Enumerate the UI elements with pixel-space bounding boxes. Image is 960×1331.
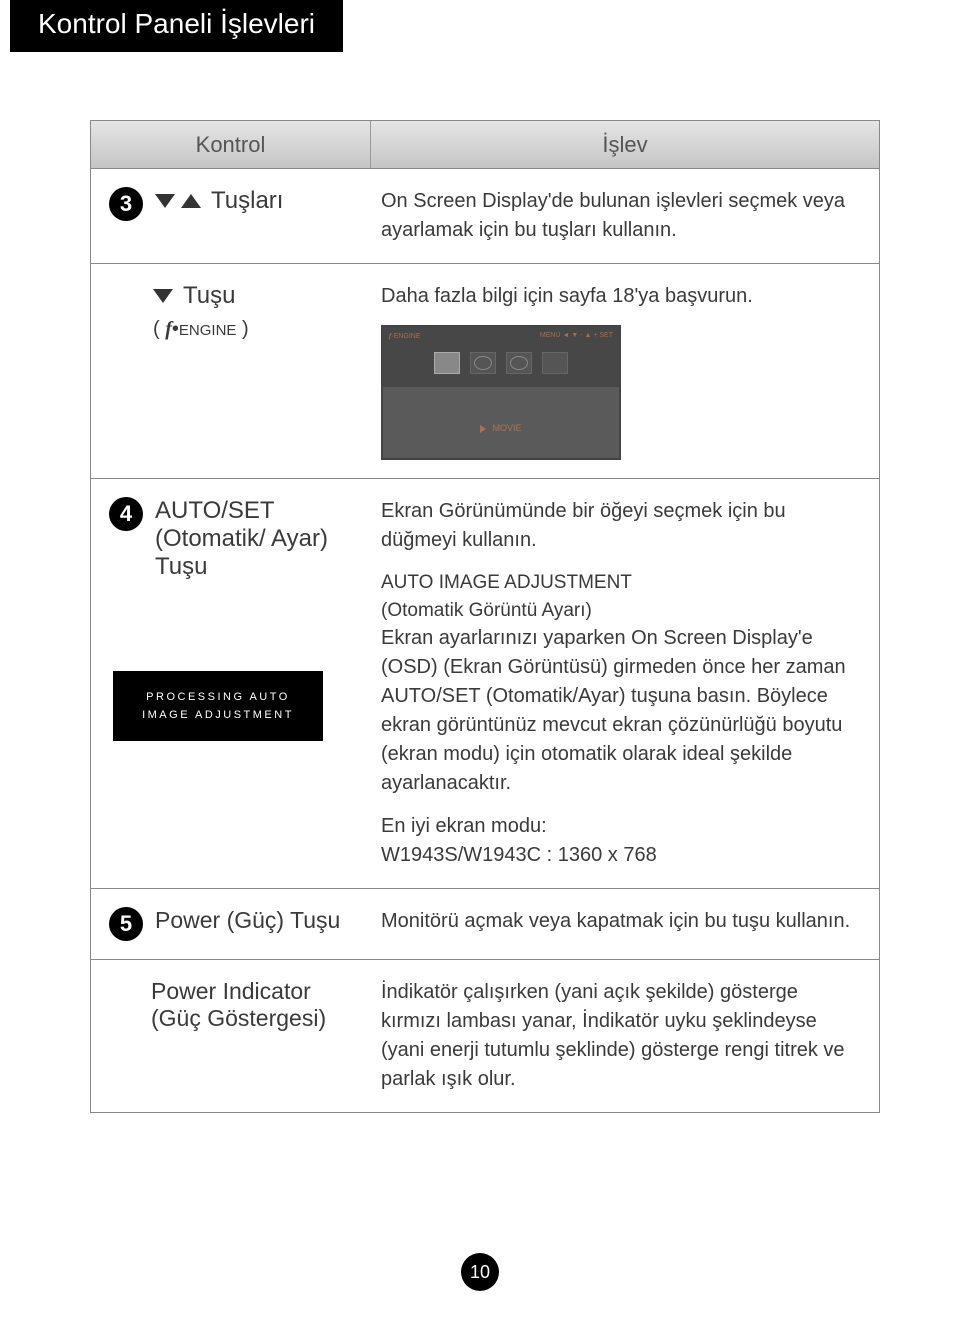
table-row: 5 Power (Güç) Tuşu Monitörü açmak veya k… (91, 889, 879, 960)
osd-set-label: SET (599, 332, 613, 339)
function-cell: Daha fazla bilgi için sayfa 18'ya başvur… (371, 264, 879, 478)
osd-engine: ENGINE (394, 333, 421, 340)
control-cell: 3 Tuşları (91, 169, 371, 263)
control-cell: Tuşu ( f•ENGINE ) (91, 264, 371, 478)
osd-menu-label: MENU (540, 332, 561, 339)
osd-mode-icon (434, 352, 460, 374)
control-cell: Power Indicator (Güç Göstergesi) (91, 960, 371, 1112)
triangle-up-icon (181, 194, 201, 208)
power-indicator-label1: Power Indicator (151, 978, 361, 1005)
table-row: 4 AUTO/SET (Otomatik/ Ayar) Tuşu PROCESS… (91, 479, 879, 889)
controls-table: Kontrol İşlev 3 Tuşları On Screen Displa… (90, 120, 880, 1113)
autoset-desc1: Ekran Görünümünde bir öğeyi seçmek için … (381, 497, 859, 555)
function-cell: Ekran Görünümünde bir öğeyi seçmek için … (371, 479, 879, 888)
function-cell: İndikatör çalışırken (yani açık şekilde)… (371, 960, 879, 1112)
f-engine-symbol: f (165, 318, 172, 340)
step-badge-3: 3 (109, 187, 143, 221)
header-control: Kontrol (91, 121, 371, 168)
engine-label: ENGINE (179, 322, 237, 339)
best-mode-label: En iyi ekran modu: (381, 812, 859, 841)
engine-dot: • (172, 318, 179, 340)
function-cell: On Screen Display'de bulunan işlevleri s… (371, 169, 879, 263)
control-cell: 4 AUTO/SET (Otomatik/ Ayar) Tuşu PROCESS… (91, 479, 371, 888)
engine-desc: Daha fazla bilgi için sayfa 18'ya başvur… (381, 282, 859, 311)
paren-close: ) (242, 318, 249, 340)
autoset-desc2: Ekran ayarlarınızı yaparken On Screen Di… (381, 624, 859, 798)
best-mode-value: W1943S/W1943C : 1360 x 768 (381, 841, 859, 870)
autoset-title: AUTO/SET (155, 497, 328, 525)
paren-open: ( (153, 318, 160, 340)
page-number: 10 (461, 1253, 499, 1291)
header-function: İşlev (371, 121, 879, 168)
processing-box: PROCESSING AUTO IMAGE ADJUSTMENT (113, 671, 323, 741)
auto-image-sub: (Otomatik Görüntü Ayarı) (381, 597, 859, 625)
triangle-down-icon (153, 289, 173, 303)
processing-line2: IMAGE ADJUSTMENT (142, 706, 294, 724)
power-button-label: Power (Güç) Tuşu (155, 907, 340, 934)
step-badge-5: 5 (109, 907, 143, 941)
step-badge-4: 4 (109, 497, 143, 531)
osd-mode-icon (470, 352, 496, 374)
table-row: 3 Tuşları On Screen Display'de bulunan i… (91, 169, 879, 264)
osd-mode-icon (506, 352, 532, 374)
buttons-label: Tuşları (211, 187, 283, 215)
table-header: Kontrol İşlev (91, 121, 879, 169)
auto-image-title: AUTO IMAGE ADJUSTMENT (381, 569, 859, 597)
osd-screenshot: f·ENGINE MENU ◄ ▼ - ▲ + SET MOVIE (381, 325, 621, 460)
power-indicator-label2: (Güç Göstergesi) (151, 1005, 361, 1032)
button-label: Tuşu (183, 282, 235, 310)
control-cell: 5 Power (Güç) Tuşu (91, 889, 371, 959)
processing-line1: PROCESSING AUTO (146, 688, 290, 706)
osd-movie-label: MOVIE (492, 422, 521, 435)
autoset-sub: (Otomatik/ Ayar) (155, 525, 328, 553)
triangle-down-icon (155, 194, 175, 208)
play-icon (480, 425, 486, 433)
autoset-button-label: Tuşu (155, 553, 328, 581)
osd-close-icon (542, 352, 568, 374)
function-cell: Monitörü açmak veya kapatmak için bu tuş… (371, 889, 879, 959)
page-title: Kontrol Paneli İşlevleri (10, 0, 343, 52)
table-row: Tuşu ( f•ENGINE ) Daha fazla bilgi için … (91, 264, 879, 479)
table-row: Power Indicator (Güç Göstergesi) İndikat… (91, 960, 879, 1112)
